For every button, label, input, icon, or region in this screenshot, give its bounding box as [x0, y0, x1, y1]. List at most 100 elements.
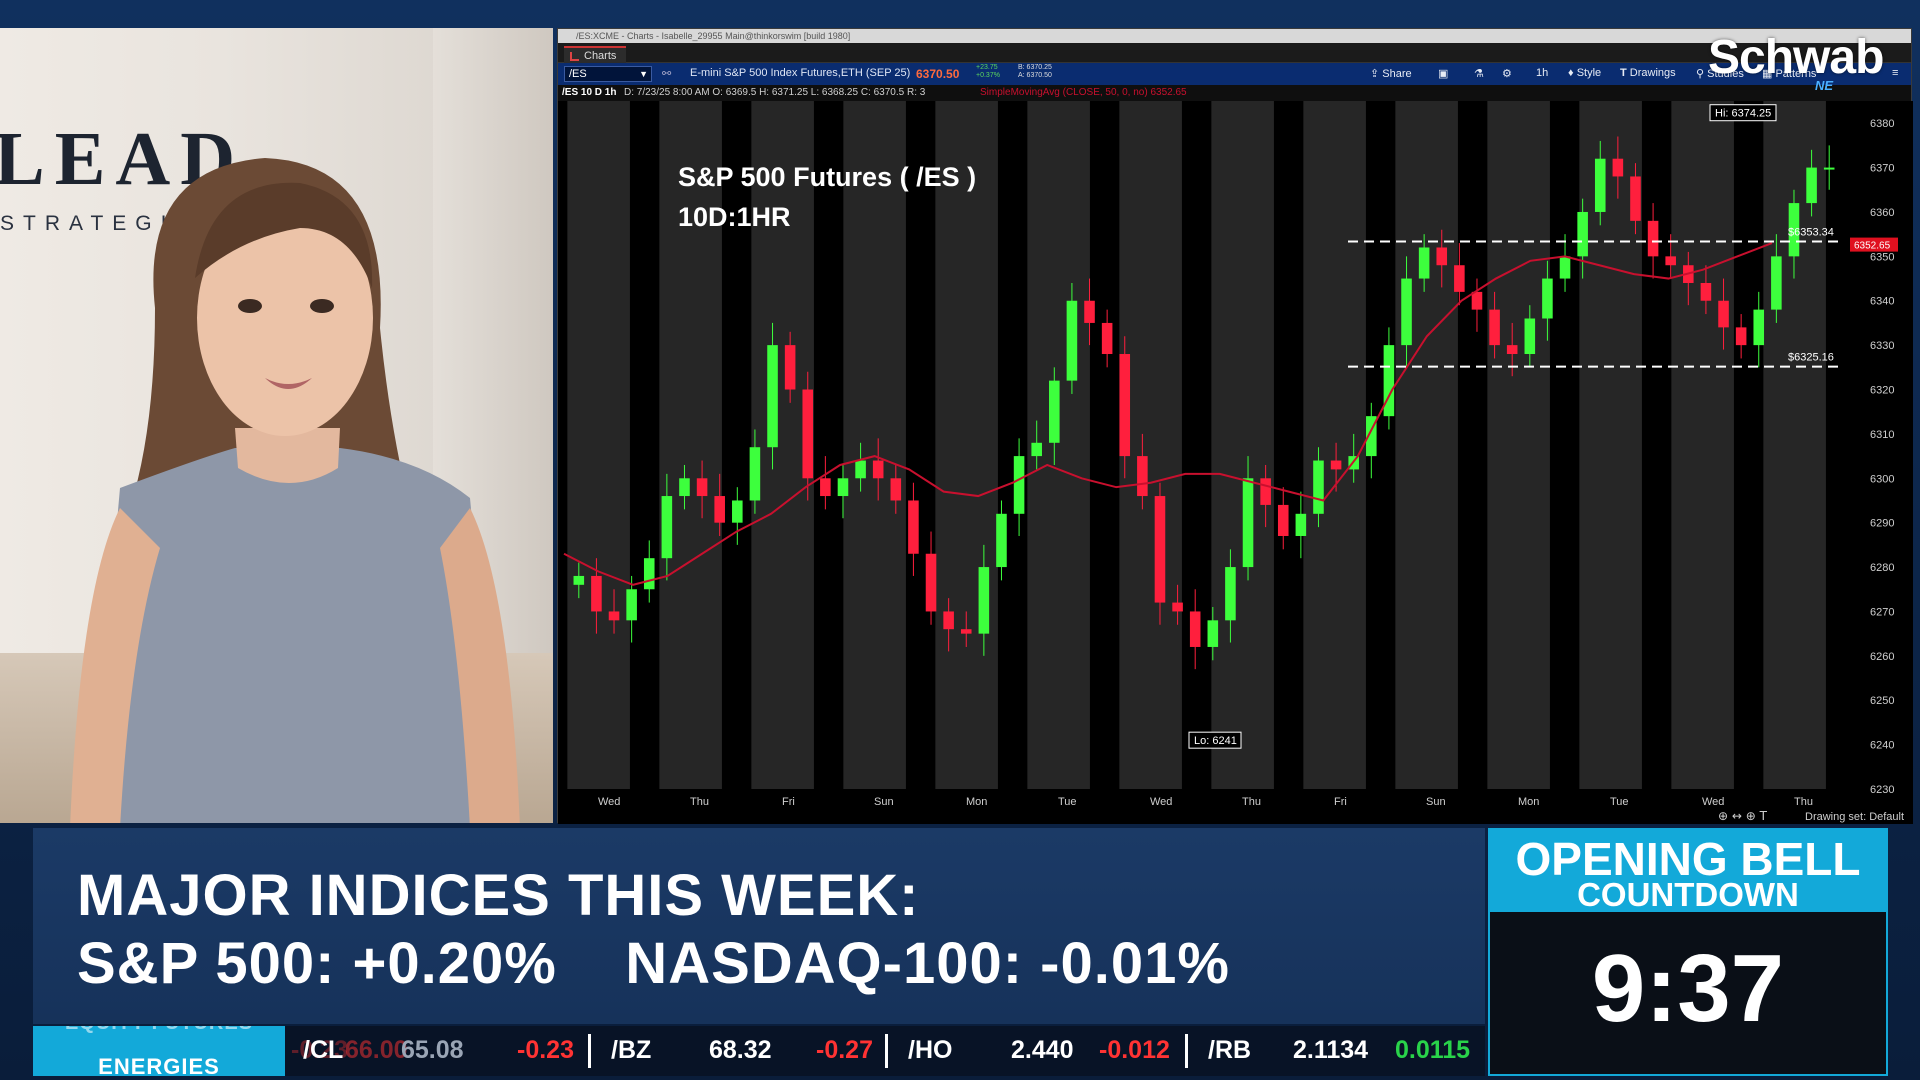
ticker-symbol: /RB	[1208, 1036, 1252, 1064]
candle-body	[749, 447, 761, 501]
candle-body	[908, 500, 919, 554]
candle-body	[1542, 278, 1553, 319]
candle-body	[608, 611, 620, 621]
candle-body	[767, 345, 778, 448]
flask-icon[interactable]: ⚗	[1474, 67, 1484, 80]
candle-body	[1260, 478, 1271, 505]
y-tick-label: 6350	[1870, 251, 1894, 263]
x-tick-label: Fri	[1334, 796, 1347, 808]
chevron-down-icon[interactable]: ▼	[639, 67, 648, 81]
grid-icon[interactable]: ▣	[1438, 67, 1448, 80]
candle-body	[1665, 256, 1676, 266]
price-chart[interactable]: 6380 6370 6360 6350 6340 6330 6320 6310 6300 6290…	[558, 101, 1913, 824]
x-tick-label: Sun	[874, 796, 894, 808]
symbol-selector[interactable]: /ES ▼	[564, 66, 652, 82]
y-tick-label: 6250	[1870, 695, 1894, 707]
drawings-label: Drawings	[1629, 67, 1676, 79]
info-study: SimpleMovingAvg (CLOSE, 50, 0, no) 6352.…	[980, 87, 1187, 98]
x-tick-label: Mon	[1518, 796, 1539, 808]
bid-value: B: 6370.25	[1018, 64, 1052, 71]
style-icon: ♦	[1568, 67, 1574, 79]
candle-body	[1295, 513, 1307, 536]
candle-body	[1189, 611, 1201, 647]
x-tick-label: Wed	[1150, 796, 1172, 808]
ticker-divider	[885, 1034, 888, 1068]
tab-charts-label: Charts	[584, 50, 617, 62]
candle-body	[1119, 354, 1131, 457]
chart-window[interactable]: /ES:XCME - Charts - Isabelle_29955 Main@…	[557, 28, 1913, 824]
candle-body	[1771, 256, 1782, 310]
session-band	[567, 101, 630, 789]
candle-body	[1013, 456, 1025, 514]
timeframe-button[interactable]: 1h	[1536, 67, 1548, 79]
chart-tab-icon	[570, 52, 579, 61]
x-tick-label: Wed	[598, 796, 620, 808]
drawings-button[interactable]: T Drawings	[1620, 67, 1676, 79]
drawing-set-label: Drawing set: Default	[1805, 811, 1904, 823]
candle-body	[1489, 309, 1500, 346]
network-badge: NE	[1815, 78, 1834, 93]
candle-body	[714, 496, 725, 523]
candle-body	[1401, 278, 1412, 346]
ticker-value: 2.1134	[1293, 1036, 1369, 1064]
presenter-video: LEAD STRATEGIES	[0, 28, 553, 823]
style-button[interactable]: ♦ Style	[1568, 67, 1601, 79]
ticker-ghost-value: 66.00	[345, 1036, 408, 1064]
ticker-divider	[588, 1034, 591, 1068]
high-label: Hi: 6374.25	[1715, 108, 1771, 120]
tab-charts[interactable]: Charts	[564, 46, 627, 63]
x-tick-label: Thu	[1794, 796, 1813, 808]
opening-bell-countdown: OPENING BELL COUNTDOWN 9:37	[1488, 828, 1888, 1078]
candle-body	[1577, 211, 1588, 257]
candle-body	[943, 611, 954, 630]
session-band	[1395, 101, 1458, 789]
y-tick-label: 6280	[1870, 562, 1894, 574]
chart-subtitle: 10D:1HR	[678, 202, 791, 232]
y-tick-label: 6300	[1870, 473, 1894, 485]
bid-ask: B: 6370.25 A: 6370.50	[1018, 64, 1052, 80]
session-band	[935, 101, 998, 789]
countdown-time: 9:37	[1591, 935, 1785, 1042]
chart-info-bar: /ES 10 D 1h D: 7/23/25 8:00 AM O: 6369.5…	[558, 85, 1911, 101]
candle-body	[1806, 167, 1817, 204]
chart-canvas[interactable]: 6380 6370 6360 6350 6340 6330 6320 6310 6300 6290…	[558, 101, 1913, 824]
candle-body	[626, 589, 637, 621]
ticker-category: EQUITY FUTURES ENERGIES	[33, 1026, 285, 1076]
info-ohlc: D: 7/23/25 8:00 AM O: 6369.5 H: 6371.25 …	[624, 87, 926, 98]
candle-body	[732, 500, 743, 523]
low-label: Lo: 6241	[1194, 735, 1237, 747]
candle-body	[1524, 318, 1536, 355]
session-band	[1671, 101, 1734, 789]
x-tick-label: Thu	[1242, 796, 1261, 808]
headline-indices: S&P 500: +0.20% NASDAQ-100: -0.01%	[77, 931, 1230, 996]
candle-body	[1049, 380, 1060, 443]
gear-icon[interactable]: ⚙	[1502, 67, 1512, 80]
y-tick-label: 6230	[1870, 784, 1894, 796]
candle-body	[784, 345, 796, 390]
candle-body	[1383, 345, 1395, 417]
session-band	[1303, 101, 1366, 789]
candle-body	[661, 496, 673, 559]
candle-body	[872, 460, 884, 479]
x-tick-label: Mon	[966, 796, 987, 808]
candle-body	[925, 553, 937, 612]
x-tick-label: Wed	[1702, 796, 1724, 808]
link-icon[interactable]: ⚯	[662, 67, 671, 80]
y-tick-label: 6330	[1870, 340, 1894, 352]
candle-body	[802, 389, 814, 479]
candle-body	[679, 478, 690, 497]
candle-body	[1207, 620, 1219, 647]
candle-body	[1436, 247, 1448, 266]
candle-body	[1101, 322, 1113, 355]
candle-body	[996, 513, 1007, 568]
candle-body	[1330, 460, 1342, 470]
candle-body	[890, 478, 902, 501]
countdown-header: OPENING BELL COUNTDOWN	[1488, 828, 1888, 913]
candle-body	[1735, 327, 1747, 346]
ticker-category-previous: EQUITY FUTURES	[33, 1026, 285, 1035]
candle-body	[960, 629, 972, 634]
y-tick-label: 6320	[1870, 385, 1894, 397]
menu-icon[interactable]: ≡	[1892, 67, 1898, 79]
share-button[interactable]: ⇪ Share	[1370, 67, 1412, 80]
countdown-body: 9:37	[1488, 912, 1888, 1076]
